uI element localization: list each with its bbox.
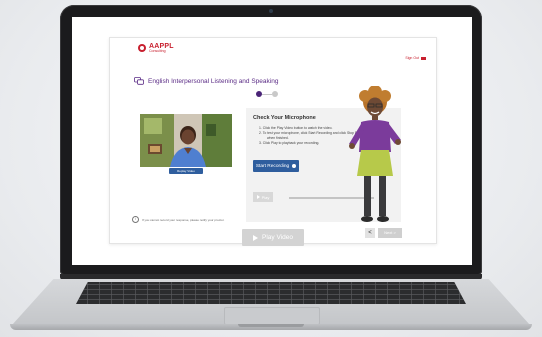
play-icon: [256, 195, 260, 199]
signout-arrow-icon: [421, 56, 426, 60]
laptop-screen: AAPPL Consulting Sign Out English Interp…: [72, 17, 472, 265]
video-thumbnail[interactable]: [140, 114, 232, 167]
info-note-text: If you cannot record your response, plea…: [142, 217, 225, 222]
play-triangle-icon: [253, 234, 259, 241]
start-recording-label: Start Recording: [255, 163, 290, 169]
replay-video-button[interactable]: Replay Video: [169, 168, 203, 174]
play-video-button[interactable]: Play Video: [242, 229, 304, 246]
step-progress: [256, 91, 278, 97]
mic-step-1: 1. Click the Play Video button to watch …: [259, 126, 333, 130]
activity-title: English Interpersonal Listening and Spea…: [148, 77, 279, 85]
test-app-window: AAPPL Consulting Sign Out English Interp…: [109, 37, 437, 244]
avatar-character: [349, 86, 401, 222]
play-recording-label: Play: [261, 194, 270, 200]
webcam-icon: [269, 9, 273, 13]
start-recording-button[interactable]: Start Recording: [253, 160, 299, 172]
mic-step-2-cont: when finished.: [267, 136, 289, 140]
laptop-notch: [238, 324, 304, 327]
activity-header: English Interpersonal Listening and Spea…: [134, 77, 278, 85]
play-video-label: Play Video: [262, 234, 293, 241]
mic-check-title: Check Your Microphone: [253, 115, 316, 121]
brand-mark-icon: [138, 44, 146, 53]
trackpad: [224, 307, 320, 325]
progress-connector: [262, 93, 272, 95]
signout-label: Sign Out: [405, 56, 419, 60]
keyboard-rows: [76, 282, 466, 304]
speech-bubbles-icon: [134, 77, 144, 85]
brand-logo: AAPPL Consulting: [138, 43, 174, 54]
brand-subtitle: Consulting: [149, 49, 166, 53]
info-icon: i: [132, 216, 139, 223]
play-recording-button[interactable]: Play: [253, 192, 273, 202]
signout-link[interactable]: Sign Out: [405, 56, 426, 60]
mic-step-3: 3. Click Play to playback your recording…: [259, 141, 320, 145]
step-dot-next: [272, 91, 278, 97]
record-dot-icon: [292, 164, 297, 168]
info-note: i If you cannot record your response, pl…: [132, 216, 224, 223]
